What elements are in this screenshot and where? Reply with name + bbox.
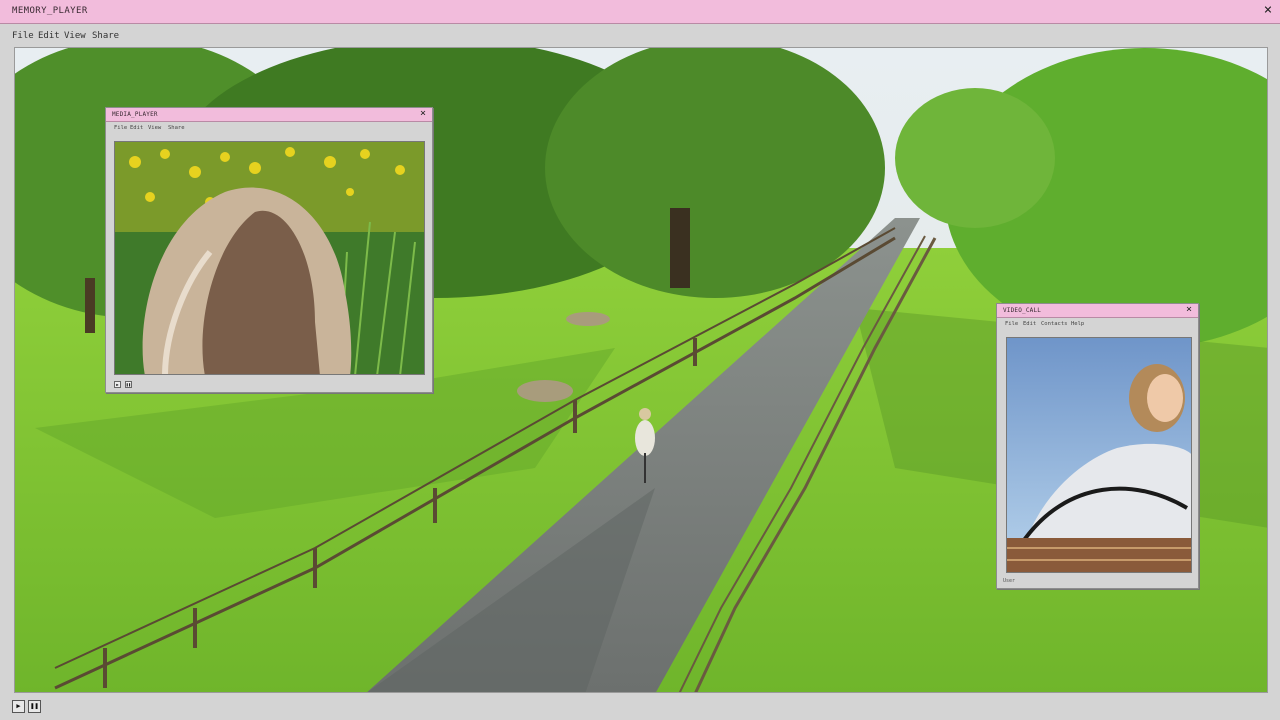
play-button[interactable]: ▶ <box>12 700 25 713</box>
media-player-titlebar[interactable]: MEDIA_PLAYER × <box>106 108 432 122</box>
main-titlebar[interactable]: MEMORY_PLAYER × <box>0 0 1280 24</box>
media-player-menubar: File Edit View Share <box>106 124 432 134</box>
close-icon[interactable]: × <box>417 109 429 121</box>
media-menu-file[interactable]: File <box>114 125 127 131</box>
media-menu-view[interactable]: View <box>148 125 161 131</box>
video-call-menubar: File Edit Contacts Help <box>997 320 1198 330</box>
menu-edit[interactable]: Edit <box>38 31 60 41</box>
main-controls: ▶ ❚❚ <box>0 697 1280 720</box>
user-label: User <box>1003 578 1016 584</box>
close-icon[interactable]: × <box>1183 305 1195 317</box>
memory-player-window: MEMORY_PLAYER × File Edit View Share MED… <box>0 0 1280 720</box>
video-call-feed[interactable] <box>1006 337 1192 573</box>
pause-button[interactable]: ❚❚ <box>125 381 132 388</box>
media-player-title: MEDIA_PLAYER <box>112 111 158 118</box>
call-menu-help[interactable]: Help <box>1071 321 1084 327</box>
pause-button[interactable]: ❚❚ <box>28 700 41 713</box>
video-call-titlebar[interactable]: VIDEO_CALL × <box>997 304 1198 318</box>
play-icon: ▶ <box>116 382 119 387</box>
woman-cycling-image <box>1007 338 1191 572</box>
play-button[interactable]: ▶ <box>114 381 121 388</box>
menu-view[interactable]: View <box>64 31 86 41</box>
close-icon[interactable]: × <box>1262 3 1274 17</box>
pause-icon: ❚❚ <box>126 382 131 387</box>
media-menu-edit[interactable]: Edit <box>130 125 143 131</box>
main-menubar: File Edit View Share <box>0 26 1280 46</box>
window-title: MEMORY_PLAYER <box>12 6 88 16</box>
hair-in-flowers-image <box>115 142 424 374</box>
menu-file[interactable]: File <box>12 31 34 41</box>
menu-share[interactable]: Share <box>92 31 119 41</box>
media-player-video[interactable] <box>114 141 425 375</box>
pause-icon: ❚❚ <box>30 702 39 710</box>
play-icon: ▶ <box>16 702 21 710</box>
video-call-window: VIDEO_CALL × File Edit Contacts Help Use… <box>996 303 1199 589</box>
media-player-window: MEDIA_PLAYER × File Edit View Share ▶ ❚❚ <box>105 107 433 393</box>
media-player-footer: ▶ ❚❚ <box>106 378 432 392</box>
video-call-footer: User <box>997 574 1198 588</box>
video-call-title: VIDEO_CALL <box>1003 307 1042 314</box>
call-menu-file[interactable]: File <box>1005 321 1018 327</box>
call-menu-edit[interactable]: Edit <box>1023 321 1036 327</box>
call-menu-contacts[interactable]: Contacts <box>1041 321 1068 327</box>
media-menu-share[interactable]: Share <box>168 125 185 131</box>
